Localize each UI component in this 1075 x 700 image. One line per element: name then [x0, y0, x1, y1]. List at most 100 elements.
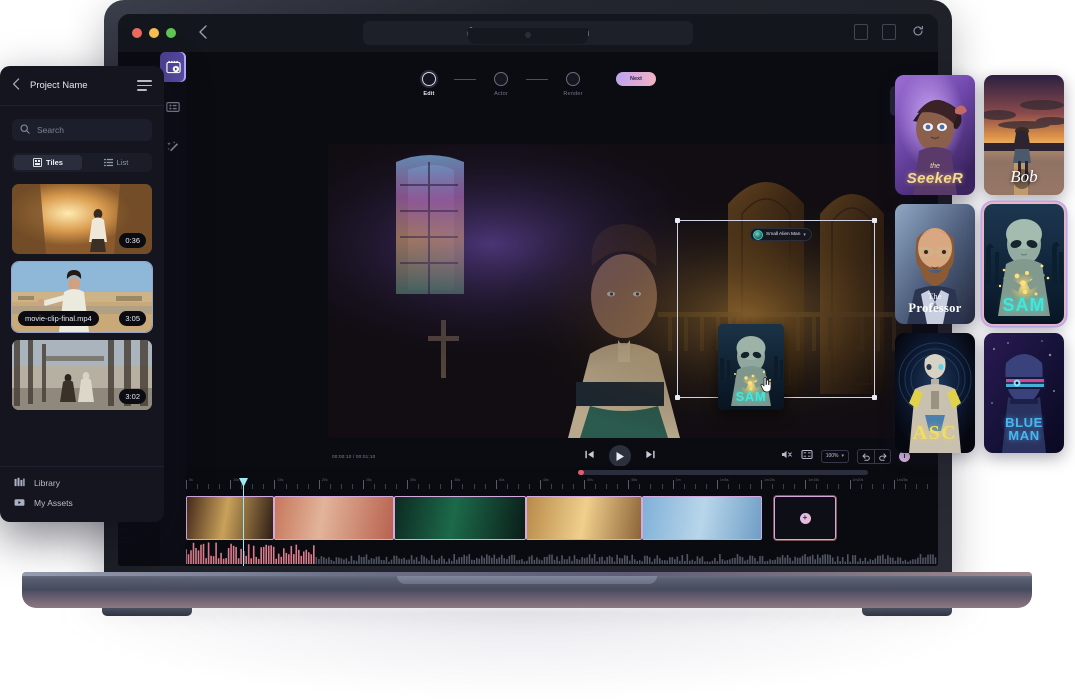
character-card-bob[interactable]: Bob — [984, 75, 1064, 195]
project-panel: Project Name Tiles List — [0, 66, 164, 522]
skip-next-icon[interactable] — [645, 449, 656, 463]
list-item[interactable]: 0:36 — [12, 184, 152, 254]
play-button[interactable] — [609, 445, 631, 467]
hamburger-menu-icon[interactable] — [137, 80, 152, 91]
ruler-tick-minor — [208, 484, 209, 489]
character-card-row: The Professor — [895, 204, 1075, 324]
ruler-tick-minor — [518, 484, 519, 489]
close-window-button[interactable] — [132, 28, 142, 38]
workflow-steps: Edit Actor Render Next — [404, 72, 656, 97]
library-icon — [14, 477, 25, 488]
ruler-tick-minor — [308, 484, 309, 489]
resize-handle-bottom-right[interactable] — [872, 395, 877, 400]
timeline-clip[interactable] — [274, 496, 394, 540]
add-clip-button[interactable]: + — [774, 496, 836, 540]
sidebar-item-library[interactable]: Library — [14, 477, 150, 488]
ruler-tick-major — [186, 480, 187, 489]
ruler-tick-minor — [739, 484, 740, 489]
fit-to-screen-icon[interactable] — [801, 449, 813, 463]
character-card-blueman[interactable]: BLUE MAN — [984, 333, 1064, 453]
ruler-tick-minor — [662, 484, 663, 489]
ruler-tick-label: 20s — [322, 478, 328, 482]
timeline-scrollbar-thumb[interactable] — [578, 470, 584, 475]
timeline-clip[interactable] — [186, 496, 274, 540]
ruler-tick-minor — [219, 484, 220, 489]
ruler-tick-minor — [440, 484, 441, 489]
character-card-sam[interactable]: SAM — [984, 204, 1064, 324]
character-card-title: Bob — [984, 167, 1064, 187]
resize-handle-top-right[interactable] — [872, 218, 877, 223]
resize-handle-bottom-left[interactable] — [675, 395, 680, 400]
ruler-tick-label: 1m — [676, 478, 681, 482]
bookmark-icon[interactable] — [854, 24, 868, 40]
timeline-clip[interactable] — [526, 496, 642, 540]
ruler-tick-minor — [551, 484, 552, 489]
step-render[interactable]: Render — [548, 72, 598, 97]
volume-mute-icon[interactable] — [781, 449, 793, 463]
ruler-tick-label: 35s — [454, 478, 460, 482]
timeline: 5s10s15s20s25s30s35s40s45s50s55s1m1m5s1m… — [186, 466, 938, 566]
timeline-ruler[interactable]: 5s10s15s20s25s30s35s40s45s50s55s1m1m5s1m… — [186, 478, 938, 492]
character-card-professor[interactable]: The Professor — [895, 204, 975, 324]
ruler-tick-label: 30s — [410, 478, 416, 482]
undo-icon[interactable] — [858, 450, 874, 463]
editor-canvas: Edit Actor Render Next — [186, 52, 938, 566]
character-assign-dropdown[interactable]: Small Alien Man ▾ — [750, 228, 812, 241]
ruler-tick-minor — [418, 484, 419, 489]
audio-waveform[interactable] — [186, 542, 938, 564]
ruler-tick-minor — [772, 484, 773, 489]
ruler-tick-label: 40s — [499, 478, 505, 482]
search-box[interactable] — [12, 119, 152, 141]
browser-back-button[interactable] — [198, 25, 209, 42]
reload-icon[interactable] — [912, 25, 924, 40]
ruler-tick-minor — [606, 484, 607, 489]
timeline-clip[interactable] — [394, 496, 526, 540]
list-item[interactable]: movie-clip-final.mp4 3:05 — [12, 262, 152, 332]
asset-list: 0:36 movie-clip-final.mp4 3:05 — [12, 184, 152, 410]
character-card-seeker[interactable]: the SeekeR — [895, 75, 975, 195]
resize-handle-top-left[interactable] — [675, 218, 680, 223]
ruler-tick-minor — [905, 484, 906, 489]
character-card-row: the SeekeR — [895, 75, 1075, 195]
dragged-card-title: SAM — [718, 389, 784, 404]
video-preview[interactable]: Small Alien Man ▾ — [328, 144, 912, 438]
search-input[interactable] — [37, 125, 144, 135]
project-title: Project Name — [30, 80, 128, 91]
view-mode-list[interactable]: List — [82, 155, 150, 170]
ruler-tick-major — [363, 480, 364, 489]
ruler-tick-minor — [816, 484, 817, 489]
ruler-tick-label: 50s — [587, 478, 593, 482]
ruler-tick-major — [230, 480, 231, 489]
search-icon — [20, 124, 30, 136]
minimize-window-button[interactable] — [149, 28, 159, 38]
window-traffic-lights[interactable] — [132, 28, 176, 38]
timeline-scrollbar[interactable] — [578, 470, 868, 475]
ruler-tick-minor — [573, 484, 574, 489]
character-card-title: BLUE MAN — [984, 416, 1064, 443]
tiles-icon — [33, 158, 42, 167]
character-name-label: Small Alien Man — [766, 232, 800, 237]
ruler-tick-minor — [197, 484, 198, 489]
my-assets-icon — [14, 497, 25, 508]
maximize-window-button[interactable] — [166, 28, 176, 38]
skip-previous-icon[interactable] — [584, 449, 595, 463]
list-item[interactable]: 3:02 — [12, 340, 152, 410]
view-mode-tiles-label: Tiles — [46, 158, 63, 167]
character-card-asc[interactable]: ASC — [895, 333, 975, 453]
zoom-level-select[interactable]: 100% ▾ — [821, 450, 849, 463]
ruler-tick-minor — [650, 484, 651, 489]
timeline-clip[interactable] — [642, 496, 762, 540]
tabs-icon[interactable] — [882, 24, 896, 40]
step-edit-dot — [422, 72, 436, 86]
step-edit[interactable]: Edit — [404, 72, 454, 97]
sidebar-item-my-assets[interactable]: My Assets — [14, 497, 150, 508]
step-render-label: Render — [563, 91, 582, 97]
view-mode-tiles[interactable]: Tiles — [14, 155, 82, 170]
ruler-tick-minor — [252, 484, 253, 489]
panel-back-icon[interactable] — [12, 78, 21, 93]
timeline-playhead[interactable] — [243, 480, 244, 566]
step-actor[interactable]: Actor — [476, 72, 526, 97]
next-button[interactable]: Next — [616, 72, 656, 86]
redo-icon[interactable] — [874, 450, 890, 463]
dragged-character-card[interactable]: SAM — [718, 324, 784, 410]
